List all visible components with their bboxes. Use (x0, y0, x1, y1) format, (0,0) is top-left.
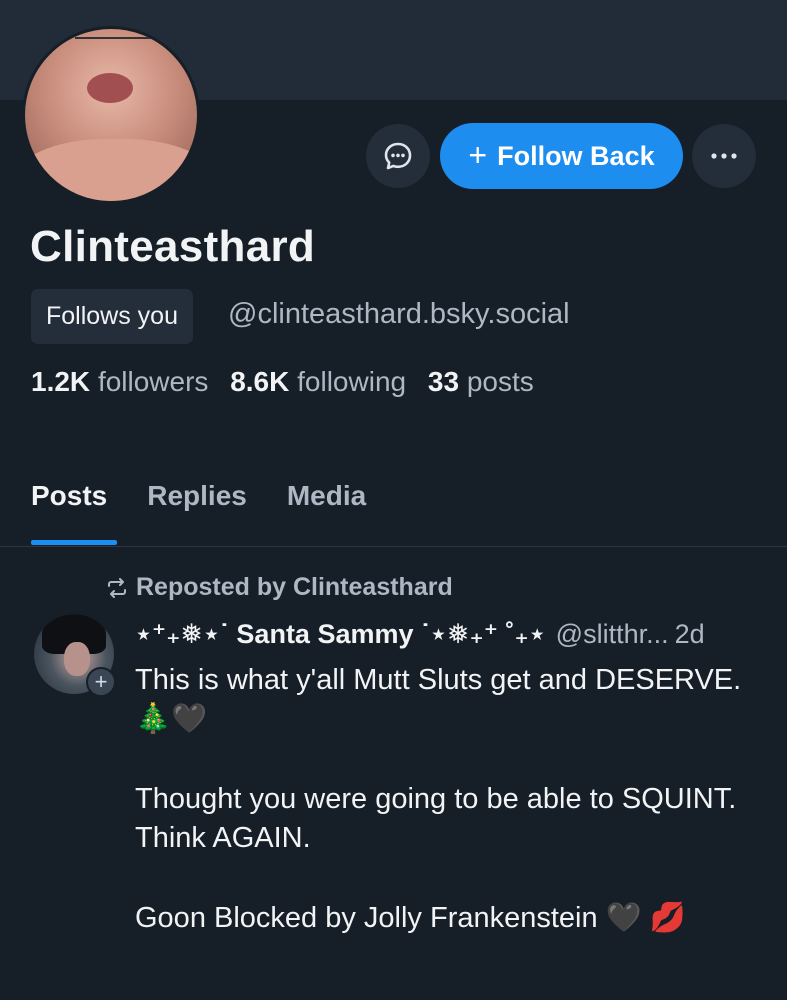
follows-you-label: Follows you (46, 302, 178, 330)
more-options-button[interactable] (692, 124, 756, 188)
posts-count: 33 (427, 366, 460, 397)
following-link[interactable]: 8.6K following (230, 366, 406, 397)
display-name: Clinteasthard (30, 222, 316, 271)
tab-media[interactable]: Media (287, 480, 366, 512)
tab-posts[interactable]: Posts (31, 480, 107, 512)
profile-avatar[interactable] (22, 26, 200, 204)
post-line: This is what y'all Mutt Sluts get and DE… (135, 664, 742, 735)
message-button[interactable] (366, 124, 430, 188)
following-count: 8.6K (230, 366, 290, 397)
follows-you-badge: Follows you (31, 289, 193, 344)
active-tab-indicator (31, 540, 117, 545)
posts-stat: 33 posts (428, 366, 534, 397)
repost-label: Reposted by Clinteasthard (136, 573, 453, 601)
followers-count: 1.2K (31, 366, 91, 397)
followers-label: followers (97, 366, 209, 397)
tab-replies[interactable]: Replies (147, 480, 247, 512)
post-line: Goon Blocked by Jolly Frankenstein 🖤 💋 (135, 902, 686, 934)
post-author-name[interactable]: ⋆⁺₊❅⋆˙ Santa Sammy ˙⋆❅₊⁺ ˚₊⋆ (135, 619, 546, 650)
following-label: following (297, 366, 407, 397)
follow-author-plus-icon[interactable]: + (86, 667, 116, 697)
post-timestamp[interactable]: 2d (675, 619, 705, 650)
repost-indicator[interactable]: Reposted by Clinteasthard (106, 573, 453, 602)
post-text[interactable]: This is what y'all Mutt Sluts get and DE… (135, 661, 755, 979)
profile-handle: @clinteasthard.bsky.social (228, 298, 570, 330)
followers-link[interactable]: 1.2K followers (31, 366, 208, 397)
profile-stats: 1.2K followers 8.6K following 33 posts (31, 366, 548, 398)
repost-icon (108, 577, 126, 598)
message-icon (384, 142, 412, 170)
follow-back-label: Follow Back (497, 140, 655, 171)
tabs-divider (0, 546, 787, 547)
more-icon (711, 153, 737, 159)
post-author-handle[interactable]: @slitthr... (556, 619, 669, 650)
plus-icon: + (468, 136, 488, 173)
follow-back-button[interactable]: + Follow Back (440, 123, 683, 189)
posts-label: posts (466, 366, 534, 397)
post-line: Thought you were going to be able to SQU… (135, 783, 737, 854)
profile-tabs: Posts Replies Media (31, 480, 406, 512)
post-header: ⋆⁺₊❅⋆˙ Santa Sammy ˙⋆❅₊⁺ ˚₊⋆ @slitthr...… (135, 619, 705, 650)
